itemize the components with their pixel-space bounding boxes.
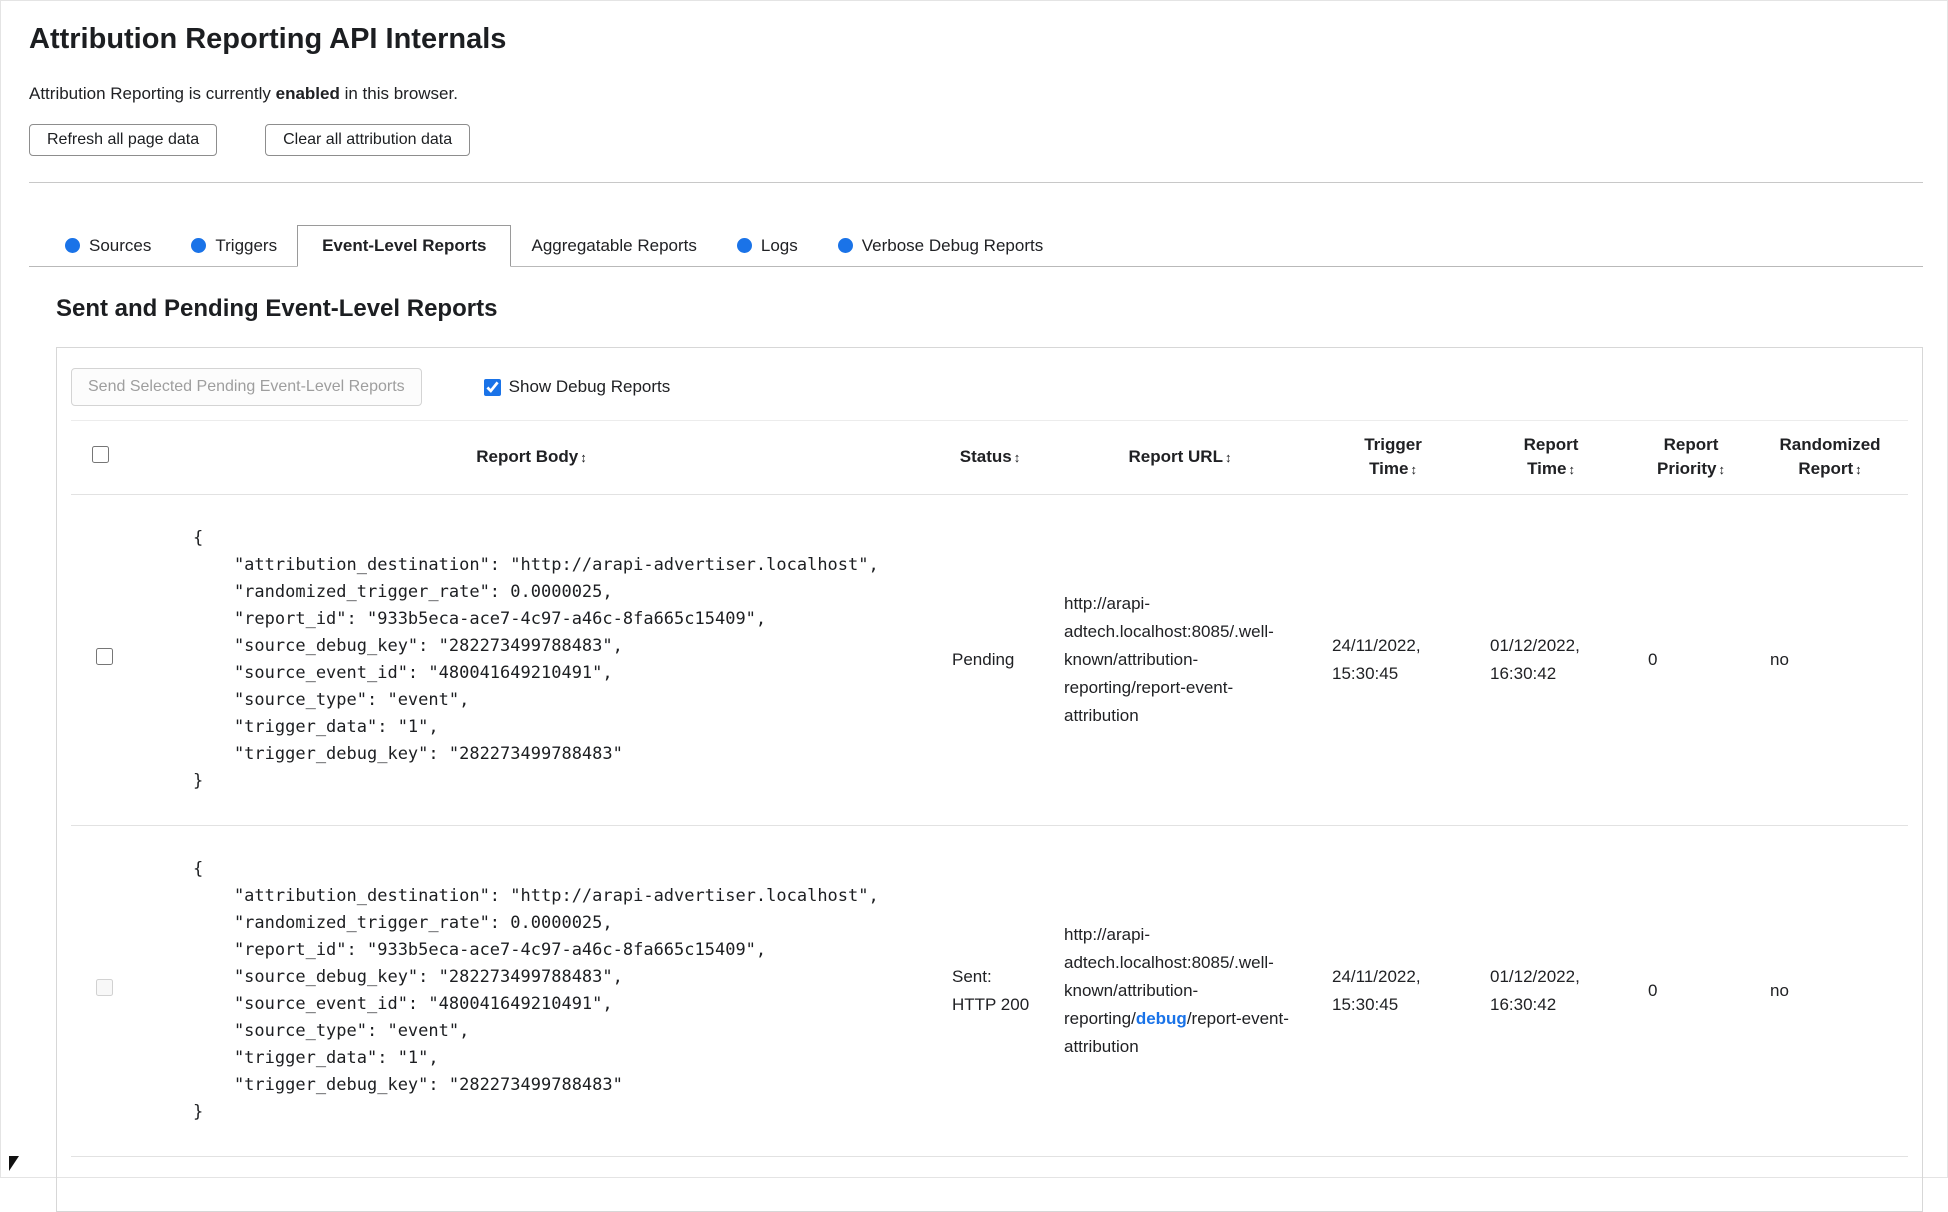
tab-triggers[interactable]: Triggers: [171, 225, 297, 266]
row-select-checkbox[interactable]: [95, 648, 113, 665]
status-cell: Sent: HTTP 200: [934, 825, 1046, 1157]
top-buttons: Refresh all page data Clear all attribut…: [29, 124, 1923, 156]
report-url-cell: http://arapi-adtech.localhost:8085/.well…: [1046, 494, 1314, 826]
row-select-cell: [71, 825, 129, 1157]
report-body-json: { "attribution_destination": "http://ara…: [193, 859, 879, 1122]
report-body-cell: { "attribution_destination": "http://ara…: [129, 825, 934, 1157]
reports-panel: Send Selected Pending Event-Level Report…: [56, 347, 1923, 1212]
blue-dot-icon: [736, 238, 752, 253]
randomized-report-cell: no: [1752, 825, 1908, 1157]
section-heading: Sent and Pending Event-Level Reports: [56, 295, 498, 322]
select-all-header: [71, 420, 129, 495]
sort-icon: ↕: [1568, 462, 1575, 477]
report-priority-cell: 0: [1630, 494, 1752, 826]
empty-table-footer-row: [71, 1156, 1908, 1185]
show-debug-label: Show Debug Reports: [508, 377, 671, 396]
sort-icon: ↕: [1013, 450, 1021, 465]
blue-dot-icon: [191, 238, 207, 253]
event-level-reports-panel: Sent and Pending Event-Level Reports Sen…: [29, 267, 1923, 1212]
attribution-internals-page: Attribution Reporting API Internals Attr…: [1, 1, 1947, 1212]
report-priority-header[interactable]: Report Priority ↕: [1630, 420, 1752, 495]
table-header-row: Report Body ↕ Status ↕ Report URL ↕ Trigger…: [71, 420, 1908, 495]
report-body-header[interactable]: Report Body ↕: [129, 420, 934, 495]
sort-icon: ↕: [580, 450, 587, 465]
event-level-reports-table: Report Body ↕ Status ↕ Report URL ↕ Trigger…: [71, 420, 1908, 1185]
trigger-time-cell: 24/11/2022, 15:30:45: [1314, 825, 1472, 1157]
randomized-report-header[interactable]: Randomized Report ↕: [1752, 420, 1908, 495]
divider: [29, 182, 1923, 183]
mouse-cursor-icon: [9, 1156, 19, 1171]
report-controls: Send Selected Pending Event-Level Report…: [71, 368, 1908, 406]
status-header-label: Status: [959, 447, 1012, 466]
report-row: { "attribution_destination": "http://ara…: [71, 825, 1908, 1157]
page-title: Attribution Reporting API Internals: [29, 23, 507, 55]
tab-sources-label: Sources: [89, 235, 152, 255]
report-time-cell: 01/12/2022, 16:30:42: [1472, 825, 1630, 1157]
trigger-time-cell: 24/11/2022, 15:30:45: [1314, 494, 1472, 826]
randomized-report-cell: no: [1752, 494, 1908, 826]
status-prefix: Attribution Reporting is currently: [29, 84, 276, 103]
report-row: { "attribution_destination": "http://ara…: [71, 494, 1908, 826]
report-body-header-label: Report Body: [476, 447, 579, 466]
report-url-cell: http://arapi-adtech.localhost:8085/.well…: [1046, 825, 1314, 1157]
report-body-json: { "attribution_destination": "http://ara…: [193, 528, 879, 791]
send-selected-button[interactable]: Send Selected Pending Event-Level Report…: [71, 368, 422, 406]
trigger-time-header[interactable]: Trigger Time ↕: [1314, 420, 1472, 495]
report-time-cell: 01/12/2022, 16:30:42: [1472, 494, 1630, 826]
show-debug-checkbox[interactable]: [483, 378, 501, 396]
select-all-checkbox[interactable]: [91, 445, 109, 463]
report-time-header[interactable]: Report Time ↕: [1472, 420, 1630, 495]
report-priority-cell: 0: [1630, 825, 1752, 1157]
row-select-cell: [71, 494, 129, 826]
refresh-all-button[interactable]: Refresh all page data: [29, 124, 218, 156]
status-line: Attribution Reporting is currently enabl…: [29, 84, 1923, 104]
status-enabled-text: enabled: [275, 84, 340, 103]
sort-icon: ↕: [1224, 450, 1232, 465]
sort-icon: ↕: [1718, 462, 1726, 477]
sort-icon: ↕: [1410, 462, 1417, 477]
url-debug-part: debug: [1135, 1009, 1187, 1028]
row-select-checkbox-disabled: [95, 979, 113, 996]
status-header[interactable]: Status ↕: [934, 420, 1046, 495]
empty-cell: [71, 1156, 1908, 1185]
tab-logs-label: Logs: [760, 235, 798, 255]
tab-aggregatable-reports[interactable]: Aggregatable Reports: [511, 225, 716, 266]
blue-dot-icon: [837, 238, 853, 253]
tab-event-level-label: Event-Level Reports: [322, 236, 487, 255]
url-prefix: http://arapi-adtech.localhost:8085/.well…: [1064, 594, 1274, 725]
report-priority-header-label: Report Priority: [1656, 435, 1719, 478]
tab-aggregatable-label: Aggregatable Reports: [531, 235, 697, 255]
tab-event-level-reports[interactable]: Event-Level Reports: [297, 225, 512, 267]
tab-logs[interactable]: Logs: [717, 225, 818, 266]
tab-bar: Sources Triggers Event-Level Reports Agg…: [29, 225, 1923, 267]
randomized-report-header-label: Randomized Report: [1779, 435, 1881, 478]
report-url-header-label: Report URL: [1128, 447, 1223, 466]
report-body-cell: { "attribution_destination": "http://ara…: [129, 494, 934, 826]
sort-icon: ↕: [1855, 462, 1862, 477]
tab-triggers-label: Triggers: [215, 235, 278, 255]
status-cell: Pending: [934, 494, 1046, 826]
show-debug-toggle[interactable]: Show Debug Reports: [483, 377, 671, 397]
report-url-header[interactable]: Report URL ↕: [1046, 420, 1314, 495]
blue-dot-icon: [65, 238, 80, 253]
status-suffix: in this browser.: [339, 84, 458, 103]
clear-all-button[interactable]: Clear all attribution data: [265, 124, 471, 156]
tab-verbose-label: Verbose Debug Reports: [861, 235, 1044, 255]
tab-sources[interactable]: Sources: [45, 225, 171, 266]
tab-verbose-debug-reports[interactable]: Verbose Debug Reports: [818, 225, 1063, 266]
